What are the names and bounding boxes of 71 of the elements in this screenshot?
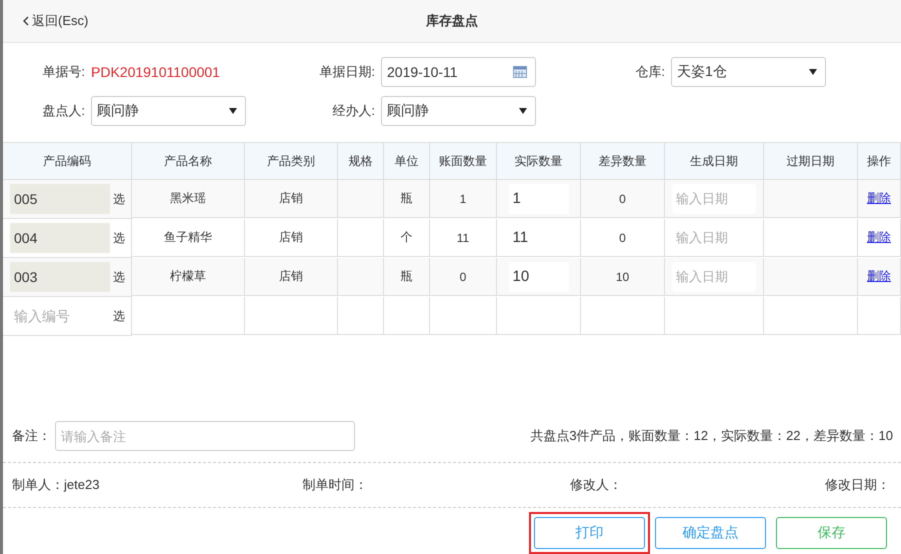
- table-cell: 黑米瑶: [132, 180, 245, 218]
- page-title: 库存盘点: [426, 13, 478, 28]
- back-link[interactable]: 返回(Esc): [23, 12, 88, 30]
- date-input-field[interactable]: 输入日期: [672, 262, 756, 292]
- code-field[interactable]: 003: [10, 262, 110, 292]
- table-cell: [338, 297, 384, 335]
- quantity-field[interactable]: 10: [508, 262, 568, 292]
- table-cell: [338, 219, 384, 257]
- field-label: 盘点人:: [41, 102, 85, 120]
- table-cell: 鱼子精华: [132, 219, 245, 257]
- table-cell: 0: [581, 180, 665, 218]
- table-cell: 0: [581, 219, 665, 257]
- meta-text: 制单时间：: [302, 476, 368, 494]
- table-cell: 瓶: [384, 180, 430, 218]
- code-field[interactable]: 004: [10, 223, 110, 253]
- column-header: 产品名称: [132, 143, 245, 180]
- column-header: 操作: [858, 143, 901, 180]
- counter-select[interactable]: 顾问静: [91, 96, 246, 126]
- table-cell: 1: [430, 180, 497, 218]
- chevron-left-icon: [23, 16, 29, 26]
- delete-link[interactable]: 删除: [867, 268, 891, 285]
- caret-icon: [229, 108, 237, 114]
- table-cell: [338, 180, 384, 218]
- table-cell: 11: [430, 219, 497, 257]
- code-field[interactable]: 005: [10, 184, 110, 214]
- table-cell: [384, 297, 430, 335]
- table-cell: 店销: [245, 180, 338, 218]
- meta-text: 修改日期：: [825, 476, 890, 494]
- column-header: 账面数量: [430, 143, 497, 180]
- column-header: 单位: [384, 143, 430, 180]
- meta-text: 修改人：: [570, 476, 622, 494]
- table-cell: [430, 297, 497, 335]
- table-cell: [338, 258, 384, 296]
- delete-link[interactable]: 删除: [867, 229, 891, 246]
- table-cell: 店销: [245, 258, 338, 296]
- field-label: 备注：: [12, 427, 51, 445]
- remark-field[interactable]: 请输入备注: [55, 421, 355, 451]
- column-header: 实际数量: [497, 143, 581, 180]
- delete-link[interactable]: 删除: [867, 190, 891, 207]
- quantity-field[interactable]: 1: [508, 184, 568, 214]
- field-label: 经办人:: [331, 102, 375, 120]
- calendar-icon: [513, 66, 527, 78]
- date-field[interactable]: 2019-10-11: [381, 57, 536, 87]
- column-header: 产品类别: [245, 143, 338, 180]
- caret-icon: [519, 108, 527, 114]
- caret-icon: [809, 69, 817, 75]
- code-field[interactable]: 输入编号: [10, 301, 110, 331]
- column-header: 差异数量: [581, 143, 665, 180]
- summary-text: 共盘点3件产品，账面数量：12，实际数量：22，差异数量：10: [530, 427, 893, 445]
- table-cell: 0: [430, 258, 497, 296]
- column-header: 产品编码: [3, 143, 132, 180]
- pick-link[interactable]: 选: [113, 190, 125, 208]
- pick-link[interactable]: 选: [113, 308, 125, 324]
- pick-link[interactable]: 选: [113, 268, 125, 286]
- table-cell: 个: [384, 219, 430, 257]
- column-header: 生成日期: [665, 143, 764, 180]
- warehouse-select[interactable]: 天姿1仓: [671, 57, 826, 87]
- pick-link[interactable]: 选: [113, 230, 125, 246]
- field-label: 单据号:: [41, 63, 85, 81]
- table-cell: 10: [581, 258, 665, 296]
- field-label: 单据日期:: [318, 63, 375, 81]
- table-cell: 店销: [245, 219, 338, 257]
- table-cell: 瓶: [384, 258, 430, 296]
- field-label: 仓库:: [634, 63, 665, 81]
- table-cell: 柠檬草: [132, 258, 245, 296]
- column-header: 规格: [338, 143, 384, 180]
- meta-text: 制单人：jete23: [12, 476, 100, 494]
- column-header: 过期日期: [764, 143, 858, 180]
- date-input-field[interactable]: 输入日期: [672, 184, 756, 214]
- document-number: PDK2019101100001: [91, 64, 221, 80]
- handler-select[interactable]: 顾问静: [381, 96, 536, 126]
